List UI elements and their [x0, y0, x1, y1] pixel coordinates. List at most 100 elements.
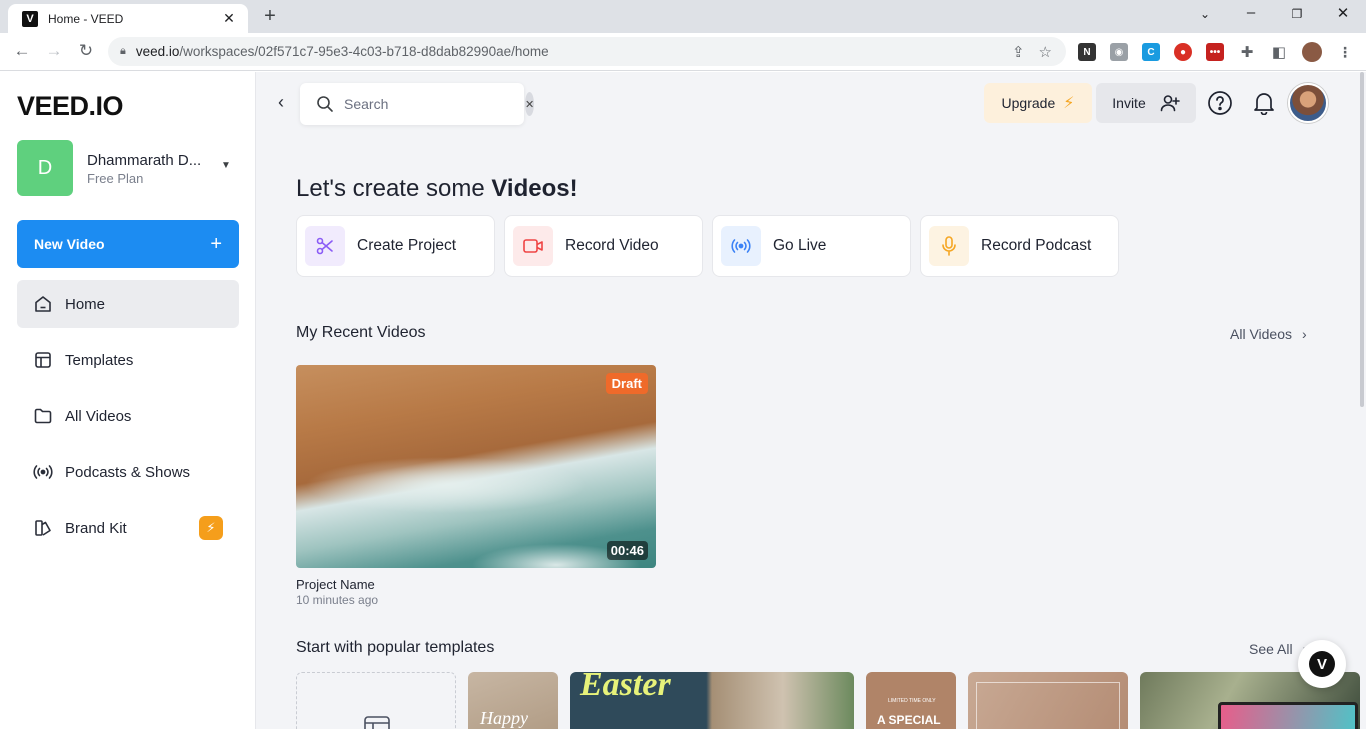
- side-panel-icon[interactable]: ◧: [1270, 43, 1288, 61]
- bolt-icon: ⚡︎: [1063, 95, 1075, 112]
- page-headline: Let's create some Videos!: [296, 175, 578, 203]
- reload-icon[interactable]: ↻: [75, 41, 97, 61]
- sidebar-item-all-videos[interactable]: All Videos: [17, 392, 239, 440]
- add-user-icon: [1160, 94, 1180, 112]
- help-icon[interactable]: [1207, 90, 1233, 116]
- user-avatar[interactable]: [1288, 83, 1328, 123]
- scissors-icon: [305, 226, 345, 266]
- duration-badge: 00:46: [606, 541, 648, 560]
- share-icon[interactable]: ⇪: [1012, 43, 1025, 61]
- create-project-button[interactable]: Create Project: [296, 215, 495, 277]
- extension-dots-icon[interactable]: •••: [1206, 43, 1224, 61]
- url-bar[interactable]: 🔒︎ veed.io/workspaces/02f571c7-95e3-4c03…: [108, 37, 1066, 66]
- new-video-button[interactable]: New Video +: [17, 220, 239, 268]
- invite-button[interactable]: Invite: [1096, 83, 1196, 123]
- veed-logo[interactable]: VEED.IO: [17, 91, 124, 122]
- sidebar-item-label: All Videos: [65, 407, 132, 425]
- browser-tab[interactable]: V Home - VEED ✕: [8, 4, 248, 33]
- camera-icon: [513, 226, 553, 266]
- browser-address-bar: ← → ↻ 🔒︎ veed.io/workspaces/02f571c7-95e…: [0, 33, 1366, 71]
- template-card-special[interactable]: LIMITED TIME ONLY A SPECIAL: [866, 672, 956, 729]
- restore-icon[interactable]: ❐: [1285, 7, 1309, 21]
- upgrade-button[interactable]: Upgrade ⚡︎: [984, 83, 1092, 123]
- search-box[interactable]: ✕: [300, 83, 535, 125]
- extension-news-icon[interactable]: N: [1078, 43, 1096, 61]
- browser-profile-avatar[interactable]: [1302, 42, 1322, 62]
- go-live-button[interactable]: Go Live: [712, 215, 911, 277]
- lock-icon: 🔒︎: [120, 45, 126, 57]
- sidebar-item-brand-kit[interactable]: Brand Kit ⚡︎: [17, 504, 239, 552]
- record-podcast-label: Record Podcast: [981, 237, 1092, 254]
- templates-icon: [32, 349, 54, 371]
- sidebar-item-label: Podcasts & Shows: [65, 463, 191, 481]
- close-tab-icon[interactable]: ✕: [220, 10, 238, 27]
- record-video-button[interactable]: Record Video: [504, 215, 703, 277]
- extension-camera-icon[interactable]: ◉: [1110, 43, 1128, 61]
- extension-c-icon[interactable]: C: [1142, 43, 1160, 61]
- clear-search-icon[interactable]: ✕: [525, 92, 535, 116]
- url-text: veed.io/workspaces/02f571c7-95e3-4c03-b7…: [136, 44, 1012, 59]
- veed-chat-icon: V: [1309, 651, 1335, 677]
- scrollbar[interactable]: [1360, 72, 1364, 407]
- sidebar-item-home[interactable]: Home: [17, 280, 239, 328]
- extensions-puzzle-icon[interactable]: ✚: [1238, 43, 1256, 61]
- sidebar-item-label: Home: [65, 295, 106, 313]
- chat-support-button[interactable]: V: [1298, 640, 1346, 688]
- upgrade-label: Upgrade: [1001, 95, 1056, 111]
- template-card-minimal[interactable]: [968, 672, 1128, 729]
- new-video-label: New Video: [34, 236, 105, 252]
- forward-icon[interactable]: →: [43, 41, 65, 61]
- back-icon[interactable]: ←: [11, 41, 33, 61]
- chevron-right-icon: ›: [1302, 326, 1307, 342]
- search-icon: [316, 95, 334, 113]
- sidebar-item-label: Templates: [65, 351, 134, 369]
- workspace-name[interactable]: Dhammarath D...: [87, 152, 201, 169]
- all-videos-link[interactable]: All Videos ›: [1230, 326, 1307, 342]
- minimize-icon[interactable]: –: [1239, 4, 1263, 21]
- new-tab-button[interactable]: +: [258, 5, 282, 28]
- blank-template-icon: [364, 716, 390, 729]
- record-podcast-button[interactable]: Record Podcast: [920, 215, 1119, 277]
- blank-template-card[interactable]: [296, 672, 456, 729]
- invite-label: Invite: [1112, 95, 1146, 111]
- broadcast-icon: [32, 461, 54, 483]
- bookmark-star-icon[interactable]: ☆: [1039, 43, 1052, 61]
- go-live-label: Go Live: [773, 237, 827, 254]
- sidebar-item-podcasts[interactable]: Podcasts & Shows: [17, 448, 239, 496]
- video-thumbnail[interactable]: Draft 00:46: [296, 365, 656, 568]
- template-card-happy[interactable]: Happy: [468, 672, 558, 729]
- recent-videos-title: My Recent Videos: [296, 324, 426, 341]
- sidebar: VEED.IO D Dhammarath D... Free Plan ▼ Ne…: [0, 72, 256, 729]
- sidebar-item-templates[interactable]: Templates: [17, 336, 239, 384]
- workspace-avatar[interactable]: D: [17, 140, 73, 196]
- template-text: Happy: [480, 708, 528, 728]
- window-close-icon[interactable]: ✕: [1331, 4, 1355, 22]
- draft-badge: Draft: [605, 373, 648, 394]
- see-all-link-label: See All: [1249, 641, 1293, 657]
- record-video-label: Record Video: [565, 237, 659, 254]
- workspace-plan: Free Plan: [87, 171, 144, 186]
- template-subtext: LIMITED TIME ONLY: [888, 698, 936, 704]
- notifications-bell-icon[interactable]: [1251, 90, 1277, 116]
- template-card-easter[interactable]: Easter: [570, 672, 854, 729]
- tab-title: Home - VEED: [48, 11, 124, 26]
- tab-search-icon[interactable]: ⌄: [1193, 7, 1217, 21]
- see-all-templates-link[interactable]: See All ›: [1249, 641, 1307, 657]
- headline-prefix: Let's create some: [296, 175, 492, 202]
- create-project-label: Create Project: [357, 237, 457, 254]
- home-icon: [32, 293, 54, 315]
- sidebar-item-label: Brand Kit: [65, 519, 127, 537]
- url-path: /workspaces/02f571c7-95e3-4c03-b718-d8da…: [179, 44, 549, 59]
- project-name[interactable]: Project Name: [296, 577, 375, 592]
- veed-favicon-icon: V: [22, 10, 38, 27]
- collapse-sidebar-icon[interactable]: ‹: [272, 92, 290, 113]
- search-input[interactable]: [344, 96, 525, 112]
- browser-menu-icon[interactable]: ⋮: [1336, 43, 1354, 61]
- template-text: A SPECIAL: [877, 713, 941, 727]
- brand-kit-icon: [32, 517, 54, 539]
- browser-tab-bar: V Home - VEED ✕ + ⌄ – ❐ ✕: [0, 0, 1366, 33]
- extension-stop-icon[interactable]: ●: [1174, 43, 1192, 61]
- bolt-icon: ⚡︎: [199, 516, 223, 540]
- url-host: veed.io: [135, 44, 180, 59]
- workspace-dropdown-icon[interactable]: ▼: [221, 160, 231, 171]
